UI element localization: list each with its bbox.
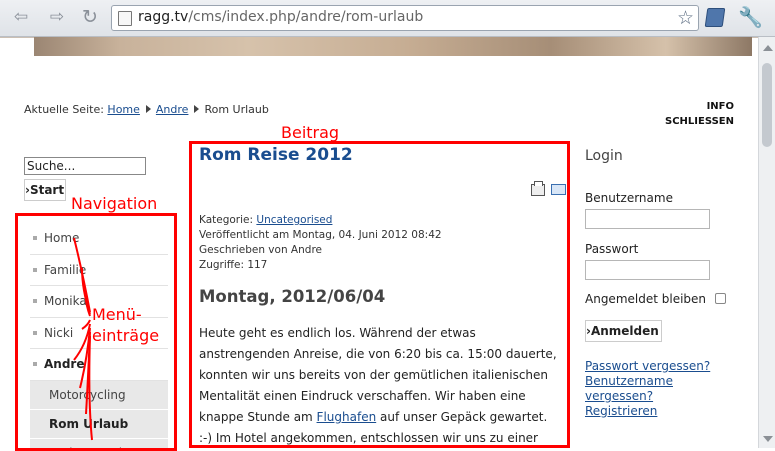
annotation-pointer-lines: [73, 237, 93, 441]
